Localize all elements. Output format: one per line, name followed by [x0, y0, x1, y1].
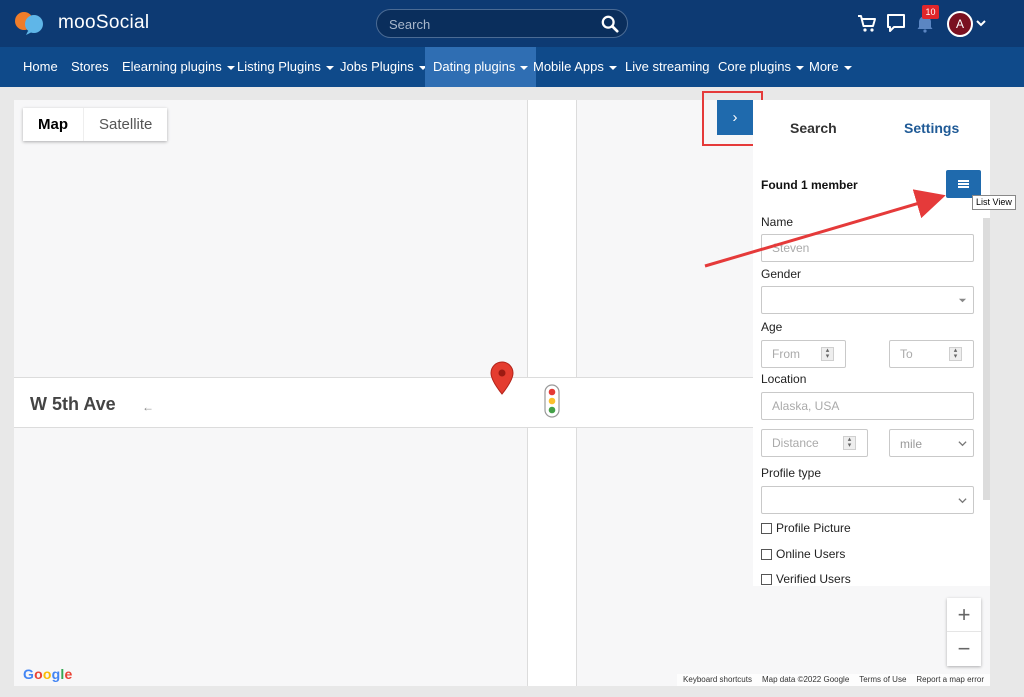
nav-jobs-label: Jobs Plugins — [340, 59, 414, 74]
profile-type-select[interactable] — [761, 486, 974, 514]
nav-more-label: More — [809, 59, 839, 74]
one-way-arrow-icon: ← — [142, 400, 154, 414]
list-icon — [958, 183, 969, 185]
google-letter: o — [42, 666, 52, 682]
map-attribution: Keyboard shortcuts Map data ©2022 Google… — [677, 674, 990, 686]
verified-users-label: Verified Users — [776, 572, 851, 586]
age-label: Age — [761, 320, 783, 334]
zoom-out-button[interactable]: − — [947, 632, 981, 666]
age-to-stepper[interactable]: ▴ ▾ — [949, 347, 962, 361]
nav-dating-label: Dating plugins — [433, 59, 516, 74]
header-search — [376, 9, 628, 38]
found-members-count: Found 1 member — [761, 178, 858, 192]
caret-down-icon — [608, 65, 617, 70]
nav-more[interactable]: More — [801, 47, 860, 87]
map-type-map-button[interactable]: Map — [23, 108, 83, 141]
moosocial-logo-icon[interactable] — [14, 11, 46, 35]
cart-icon[interactable] — [857, 13, 877, 33]
distance-unit-value: mile — [900, 437, 923, 451]
distance-unit-select[interactable]: mile — [889, 429, 974, 457]
chevron-down-icon — [958, 441, 967, 447]
brand-name[interactable]: mooSocial — [58, 12, 149, 34]
message-icon[interactable] — [886, 13, 906, 33]
nav-home[interactable]: Home — [15, 47, 66, 87]
nav-live-streaming[interactable]: Live streaming — [617, 47, 718, 87]
traffic-light-icon — [544, 384, 560, 418]
checkbox-box[interactable] — [761, 573, 772, 585]
nav-elearning-plugins[interactable]: Elearning plugins — [114, 47, 243, 87]
name-field[interactable] — [761, 234, 974, 262]
map-data-label: Map data ©2022 Google — [761, 675, 850, 684]
nav-stores-label: Stores — [71, 59, 109, 74]
member-search-panel: Search Settings Found 1 member Name Gend… — [753, 100, 990, 586]
google-letter: o — [34, 666, 43, 682]
avatar[interactable]: A — [947, 11, 973, 37]
nav-listing-plugins[interactable]: Listing Plugins — [229, 47, 342, 87]
online-users-checkbox[interactable]: Online Users — [761, 547, 845, 561]
profile-picture-checkbox[interactable]: Profile Picture — [761, 521, 851, 535]
google-letter: e — [64, 666, 73, 682]
nav-jobs-plugins[interactable]: Jobs Plugins — [332, 47, 435, 87]
terms-of-use-link[interactable]: Terms of Use — [859, 674, 906, 686]
nav-stores[interactable]: Stores — [63, 47, 117, 87]
search-icon[interactable] — [601, 15, 619, 33]
keyboard-shortcuts-link[interactable]: Keyboard shortcuts — [683, 674, 752, 686]
profile-type-label: Profile type — [761, 466, 822, 480]
map-type-satellite-button[interactable]: Satellite — [83, 108, 167, 141]
nav-core-plugins[interactable]: Core plugins — [710, 47, 812, 87]
map-type-control: Map Satellite — [23, 108, 168, 141]
list-view-button[interactable] — [946, 170, 981, 198]
location-field[interactable] — [761, 392, 974, 420]
nav-elearning-label: Elearning plugins — [122, 59, 222, 74]
notification-badge: 10 — [922, 5, 939, 19]
nav-dating-plugins[interactable]: Dating plugins — [425, 47, 537, 87]
map-marker-icon[interactable] — [489, 361, 515, 395]
caret-down-icon — [843, 65, 852, 70]
name-label: Name — [761, 215, 794, 229]
age-from-stepper[interactable]: ▴ ▾ — [821, 347, 834, 361]
nav-listing-label: Listing Plugins — [237, 59, 321, 74]
top-header: mooSocial 10 A — [0, 0, 1024, 47]
nav-mobile-apps[interactable]: Mobile Apps — [525, 47, 625, 87]
checkbox-box[interactable] — [761, 548, 772, 560]
nav-live-label: Live streaming — [625, 59, 710, 74]
profile-picture-label: Profile Picture — [776, 521, 851, 535]
checkbox-box[interactable] — [761, 522, 772, 534]
main-nav: Home Stores Elearning plugins Listing Pl… — [0, 47, 1024, 87]
gender-label: Gender — [761, 267, 802, 281]
online-users-label: Online Users — [776, 547, 846, 561]
google-logo[interactable]: Google — [23, 666, 72, 682]
tab-search[interactable]: Search — [790, 120, 837, 136]
gender-select[interactable] — [761, 286, 974, 314]
nav-home-label: Home — [23, 59, 58, 74]
nav-mobile-label: Mobile Apps — [533, 59, 604, 74]
verified-users-checkbox[interactable]: Verified Users — [761, 572, 851, 586]
caret-down-icon — [958, 298, 967, 303]
zoom-control: + − — [947, 598, 981, 666]
report-map-error-link[interactable]: Report a map error — [916, 674, 984, 686]
street-name-label: W 5th Ave — [30, 394, 116, 414]
panel-scrollbar[interactable] — [983, 218, 990, 500]
nav-core-label: Core plugins — [718, 59, 791, 74]
chevron-down-icon[interactable] — [976, 18, 986, 28]
location-label: Location — [761, 372, 807, 386]
tab-settings[interactable]: Settings — [904, 120, 959, 136]
header-search-input[interactable] — [389, 16, 589, 33]
chevron-down-icon — [958, 498, 967, 504]
distance-stepper[interactable]: ▴ ▾ — [843, 436, 856, 450]
list-icon — [958, 186, 969, 188]
list-icon — [958, 180, 969, 182]
google-letter: G — [23, 666, 35, 682]
list-view-tooltip: List View — [972, 195, 1016, 210]
zoom-in-button[interactable]: + — [947, 598, 981, 632]
